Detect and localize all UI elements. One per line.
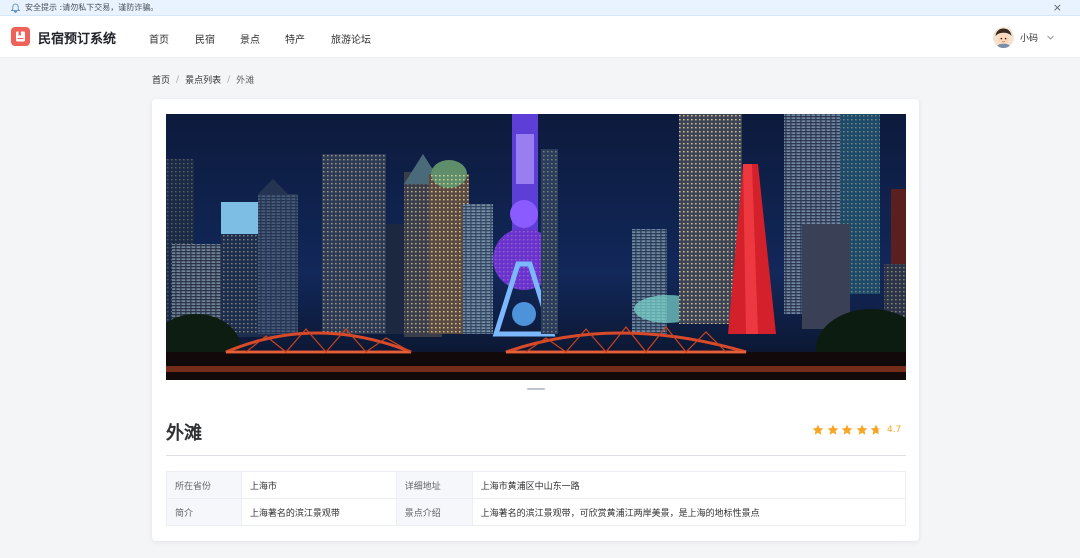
rating-stars: 4.7 <box>812 424 901 436</box>
description-label: 景点介绍 <box>395 498 473 526</box>
summary-value: 上海著名的滨江景观带 <box>240 498 397 526</box>
breadcrumb: 首页 / 景点列表 / 外滩 <box>152 73 255 87</box>
nav-home[interactable]: 首页 <box>149 31 169 46</box>
nav-attractions[interactable]: 景点 <box>240 31 260 46</box>
address-label: 详细地址 <box>395 471 473 499</box>
username[interactable]: 小码 <box>1020 31 1038 44</box>
nav-forum[interactable]: 旅游论坛 <box>331 31 371 46</box>
breadcrumb-separator: / <box>176 74 180 85</box>
star-icon <box>812 424 824 435</box>
description-value: 上海著名的滨江景观带，可欣赏黄浦江两岸美景，是上海的地标性景点 <box>471 498 907 526</box>
province-label: 所在省份 <box>166 471 242 499</box>
title-divider <box>166 455 906 456</box>
rating-score: 4.7 <box>886 425 902 435</box>
breadcrumb-separator: / <box>227 74 231 85</box>
star-half-icon <box>870 424 882 435</box>
chevron-down-icon[interactable] <box>1046 33 1055 42</box>
nav-homestay[interactable]: 民宿 <box>195 31 215 46</box>
breadcrumb-home[interactable]: 首页 <box>152 73 170 86</box>
star-icon <box>841 424 853 435</box>
summary-label: 简介 <box>166 498 242 526</box>
breadcrumb-current: 外滩 <box>236 76 255 86</box>
table-row: 所在省份 上海市 详细地址 上海市黄浦区中山东一路 <box>166 471 907 499</box>
top-navigation: 民宿预订系统 首页 民宿 景点 特产 旅游论坛 小码 <box>0 16 1080 58</box>
user-menu[interactable]: 小码 <box>993 26 1055 48</box>
table-row: 简介 上海著名的滨江景观带 景点介绍 上海著名的滨江景观带，可欣赏黄浦江两岸美景… <box>166 498 907 526</box>
nav-specialties[interactable]: 特产 <box>285 31 305 46</box>
attraction-info-table: 所在省份 上海市 详细地址 上海市黄浦区中山东一路 简介 上海著名的滨江景观带 … <box>166 471 907 526</box>
province-value: 上海市 <box>240 471 397 499</box>
avatar[interactable] <box>993 26 1014 48</box>
notice-text: 安全提示 :请勿私下交易，谨防诈骗。 <box>25 3 159 12</box>
address-value: 上海市黄浦区中山东一路 <box>471 471 907 499</box>
star-icon <box>827 424 838 435</box>
close-icon[interactable]: × <box>1053 0 1062 16</box>
attraction-title: 外滩 <box>166 423 202 444</box>
breadcrumb-attraction-list[interactable]: 景点列表 <box>185 73 221 86</box>
bell-icon <box>10 3 20 13</box>
carousel-indicator[interactable] <box>527 388 545 390</box>
notice-bar: 安全提示 :请勿私下交易，谨防诈骗。 × <box>0 0 1080 16</box>
star-icon <box>856 424 868 435</box>
brand-title[interactable]: 民宿预订系统 <box>38 28 116 47</box>
attraction-banner-image[interactable] <box>166 114 906 380</box>
attraction-detail-card: 外滩 4.7 所在省份 上海市 详细地址 上海市黄浦区中山东一路 简介 上海著名… <box>152 99 919 541</box>
bookmark-logo-icon[interactable] <box>11 27 30 46</box>
